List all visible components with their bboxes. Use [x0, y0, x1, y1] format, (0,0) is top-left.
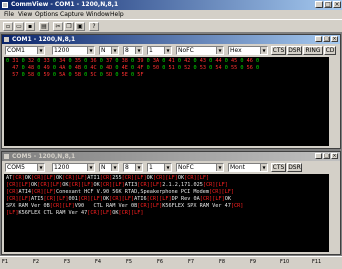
chevron-down-icon: ▼: [260, 47, 267, 54]
function-key-bar: F1 F2 F3 F4 F5 F6 F7 F8 F9 F10 F11: [0, 256, 342, 269]
com1-maximize-button[interactable]: □: [323, 36, 330, 42]
terminal-line: [LF]K56FLEX CTL RAM Ver 47[CR][LF]OK[CR]…: [6, 210, 144, 216]
terminal-line: [CR]ATI4[CR][LF]Conexant HCF V.90 56K RT…: [6, 189, 235, 195]
com1-terminal[interactable]: 0 31 0 32 0 33 0 34 0 35 0 36 0 37 0 38 …: [4, 57, 329, 146]
com5-minimize-button[interactable]: _: [315, 153, 322, 159]
open-icon[interactable]: ▭: [14, 22, 24, 31]
chevron-down-icon: ▼: [135, 164, 142, 171]
chevron-down-icon: ▼: [164, 47, 171, 54]
app-title: CommView - COM1 - 1200,N,8,1: [11, 1, 119, 8]
fkey-f6[interactable]: F6: [157, 259, 163, 265]
mode-select[interactable]: Mont ▼: [228, 163, 268, 172]
com5-close-button[interactable]: ×: [331, 153, 338, 159]
chevron-down-icon: ▼: [216, 47, 223, 54]
chevron-down-icon: ▼: [37, 164, 44, 171]
terminal-line: [CR][LF]ATI5[CR][LF]001[CR][LF]OK[CR][LF…: [6, 196, 231, 202]
com5-scrollbar[interactable]: [331, 174, 337, 252]
copy-icon[interactable]: ❐: [64, 22, 74, 31]
chevron-down-icon: ▼: [260, 164, 267, 171]
parity-select[interactable]: N ▼: [99, 46, 119, 55]
com5-title: COM5 - 1200,N,8,1: [12, 153, 76, 160]
fkey-f1[interactable]: F1: [2, 259, 8, 265]
com5-maximize-button[interactable]: □: [323, 153, 330, 159]
menu-bar: File View Options Capture Window Help: [0, 10, 342, 19]
databits-select[interactable]: 8 ▼: [123, 163, 143, 172]
paste-icon[interactable]: ▣: [75, 22, 85, 31]
fkey-f2[interactable]: F2: [33, 259, 39, 265]
menu-capture[interactable]: Capture: [60, 10, 84, 19]
dsr-indicator: DSR: [287, 163, 302, 172]
toolbar: ▫ ▭ ▪ ▤ ✂ ❐ ▣ ?: [0, 19, 342, 33]
stopbits-select[interactable]: 1 ▼: [147, 46, 172, 55]
com5-window: COM5 - 1200,N,8,1 _ □ × COM5 ▼ 1200 ▼ N ▼ 8…: [1, 151, 341, 255]
fkey-f10[interactable]: F10: [280, 259, 289, 265]
fkey-f7[interactable]: F7: [188, 259, 194, 265]
close-button[interactable]: ×: [333, 1, 341, 8]
chevron-down-icon: ▼: [87, 47, 94, 54]
com1-close-button[interactable]: ×: [331, 36, 338, 42]
new-icon[interactable]: ▫: [3, 22, 13, 31]
save-icon[interactable]: ▪: [25, 22, 35, 31]
fkey-f9[interactable]: F9: [250, 259, 256, 265]
help-icon[interactable]: ?: [89, 22, 99, 31]
ring-indicator: RING: [303, 46, 323, 55]
window-icon: [4, 154, 9, 159]
print-icon[interactable]: ▤: [39, 22, 49, 31]
fkey-f11[interactable]: F11: [312, 259, 321, 265]
port-select[interactable]: COM1 ▼: [5, 46, 45, 55]
baud-select[interactable]: 1200 ▼: [52, 46, 95, 55]
port-select[interactable]: COM5 ▼: [5, 163, 45, 172]
terminal-line: [CR][LF]OK[CR][LF]OK[CR][LF]OK[CR][LF]AT…: [6, 182, 228, 188]
fkey-f5[interactable]: F5: [126, 259, 132, 265]
fkey-f4[interactable]: F4: [95, 259, 101, 265]
menu-window[interactable]: Window: [86, 10, 110, 19]
menu-file[interactable]: File: [4, 10, 14, 19]
flow-select[interactable]: NoFC ▼: [176, 163, 224, 172]
menu-view[interactable]: View: [18, 10, 32, 19]
terminal-line: 47 0 48 0 49 0 4A 0 4B 0 4C 0 4D 0 4E 0 …: [12, 65, 260, 71]
com5-titlebar: COM5 - 1200,N,8,1 _ □ ×: [2, 152, 340, 161]
window-icon: [4, 37, 9, 42]
flow-select[interactable]: NoFC ▼: [176, 46, 224, 55]
mdi-area: COM1 - 1200,N,8,1 _ □ × COM1 ▼ 1200 ▼ N ▼ 8…: [0, 33, 342, 256]
minimize-button[interactable]: _: [315, 1, 323, 8]
chevron-down-icon: ▼: [164, 164, 171, 171]
maximize-button[interactable]: □: [324, 1, 332, 8]
cd-indicator: CD: [324, 46, 336, 55]
baud-select[interactable]: 1200 ▼: [52, 163, 95, 172]
terminal-line: AT[CR]OK[CR][LF]OK[CR][LF]ATI1[CR]255[CR…: [6, 175, 210, 181]
chevron-down-icon: ▼: [111, 47, 118, 54]
fkey-f3[interactable]: F3: [64, 259, 70, 265]
com1-minimize-button[interactable]: _: [315, 36, 322, 42]
parity-select[interactable]: N ▼: [99, 163, 119, 172]
databits-select[interactable]: 8 ▼: [123, 46, 143, 55]
chevron-down-icon: ▼: [87, 164, 94, 171]
com1-window: COM1 - 1200,N,8,1 _ □ × COM1 ▼ 1200 ▼ N ▼ 8…: [1, 34, 341, 149]
fkey-f8[interactable]: F8: [219, 259, 225, 265]
menu-options[interactable]: Options: [35, 10, 58, 19]
stopbits-select[interactable]: 1 ▼: [147, 163, 172, 172]
chevron-down-icon: ▼: [37, 47, 44, 54]
app-titlebar: CommView - COM1 - 1200,N,8,1 _ □ ×: [0, 0, 342, 10]
menu-help[interactable]: Help: [110, 10, 124, 19]
com1-title: COM1 - 1200,N,8,1: [12, 36, 76, 43]
terminal-line: 0 31 0 32 0 33 0 34 0 35 0 36 0 37 0 38 …: [6, 58, 260, 64]
app-icon: [2, 2, 8, 8]
com1-scrollbar[interactable]: [331, 57, 337, 146]
cut-icon[interactable]: ✂: [53, 22, 63, 31]
dsr-indicator: DSR: [287, 46, 302, 55]
com5-terminal[interactable]: AT[CR]OK[CR][LF]OK[CR][LF]ATI1[CR]255[CR…: [4, 174, 329, 252]
com1-titlebar: COM1 - 1200,N,8,1 _ □ ×: [2, 35, 340, 44]
mode-select[interactable]: Hex ▼: [228, 46, 268, 55]
chevron-down-icon: ▼: [111, 164, 118, 171]
terminal-line: SPX RAM Ver 0B[CR][LF]V90 CTL RAM Ver 0B…: [6, 203, 244, 209]
chevron-down-icon: ▼: [135, 47, 142, 54]
cts-indicator: CTS: [271, 163, 286, 172]
terminal-line: 57 0 58 0 59 0 5A 0 5B 0 5C 0 5D 0 5E 0 …: [12, 72, 144, 78]
chevron-down-icon: ▼: [216, 164, 223, 171]
cts-indicator: CTS: [271, 46, 286, 55]
